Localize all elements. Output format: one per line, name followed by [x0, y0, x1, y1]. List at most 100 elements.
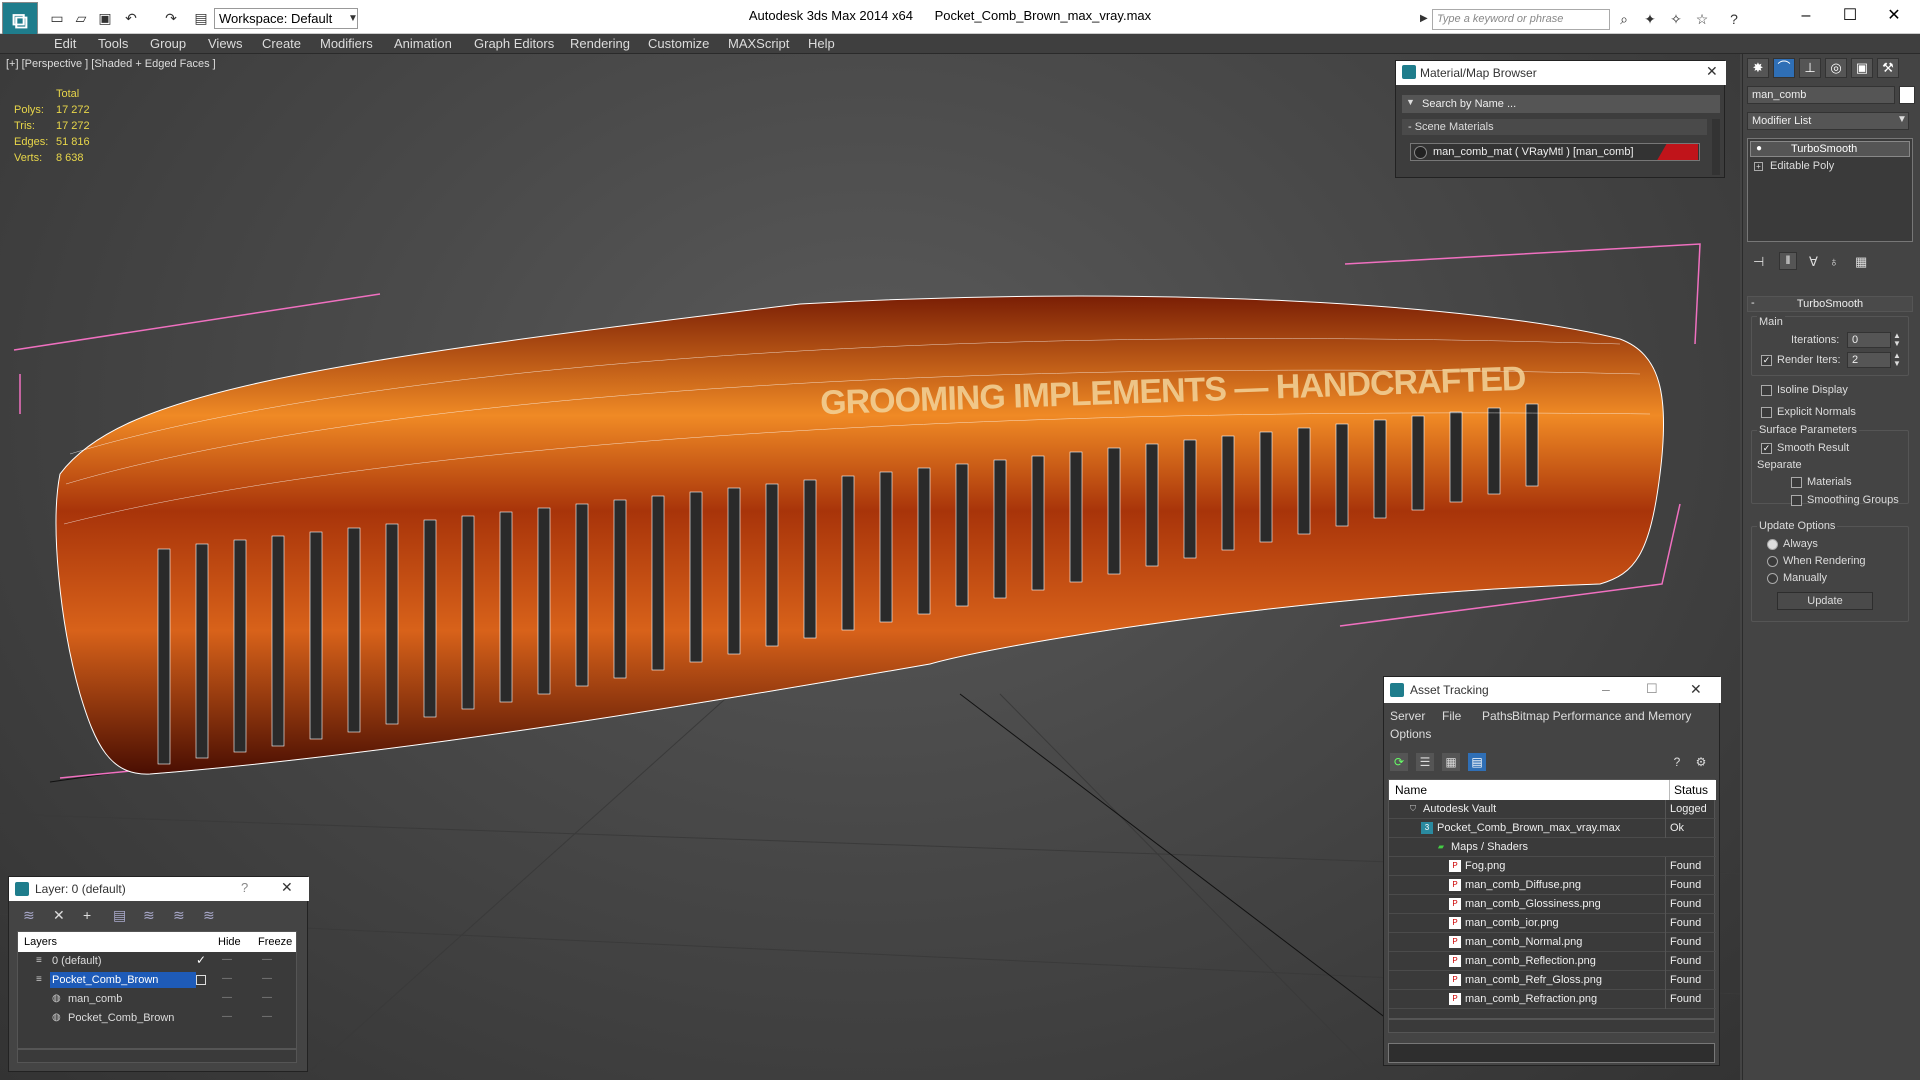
- search-input[interactable]: Type a keyword or phrase: [1432, 9, 1610, 30]
- menu-group[interactable]: Group: [150, 36, 186, 51]
- hide-toggle[interactable]: —: [222, 992, 232, 1003]
- menu-animation[interactable]: Animation: [394, 36, 452, 51]
- smooth-result-checkbox[interactable]: ✓: [1761, 443, 1772, 454]
- hide-all-icon[interactable]: ≋: [173, 907, 185, 924]
- display-panel-icon[interactable]: ▣: [1851, 58, 1873, 78]
- col-hide-header[interactable]: Hide: [218, 932, 241, 952]
- select-objects-icon[interactable]: ▤: [113, 907, 126, 924]
- configure-sets-icon[interactable]: ▦: [1855, 254, 1867, 270]
- maximize-button[interactable]: ☐: [1830, 4, 1870, 28]
- separate-smoothing-groups-checkbox[interactable]: [1791, 495, 1802, 506]
- asset-menu-options[interactable]: Options: [1390, 727, 1431, 741]
- app-logo-icon[interactable]: ⧉: [2, 2, 38, 38]
- menu-tools[interactable]: Tools: [98, 36, 128, 51]
- layer-row[interactable]: ≡ Pocket_Comb_Brown — —: [18, 971, 296, 990]
- turbosmooth-rollout-header[interactable]: TurboSmooth: [1747, 296, 1913, 312]
- redo-icon[interactable]: ↷: [160, 8, 182, 28]
- chevron-down-icon[interactable]: ▼: [342, 9, 364, 29]
- menu-modifiers[interactable]: Modifiers: [320, 36, 373, 51]
- asset-close-icon[interactable]: ✕: [1690, 681, 1702, 698]
- asset-menu-paths[interactable]: Paths: [1482, 709, 1513, 723]
- material-browser-scrollbar[interactable]: [1712, 119, 1720, 175]
- show-end-result-icon[interactable]: ‖: [1779, 252, 1797, 270]
- hierarchy-panel-icon[interactable]: ⊥: [1799, 58, 1821, 78]
- chevron-down-icon[interactable]: ▼: [1897, 114, 1907, 125]
- asset-maximize-icon[interactable]: ☐: [1646, 681, 1658, 697]
- render-iters-checkbox[interactable]: ✓: [1761, 355, 1772, 366]
- layer-close-icon[interactable]: ✕: [281, 879, 293, 896]
- new-file-icon[interactable]: ▭: [46, 8, 68, 28]
- manually-radio[interactable]: [1767, 573, 1778, 584]
- menu-customize[interactable]: Customize: [648, 36, 709, 51]
- expand-plus-icon[interactable]: +: [1754, 162, 1763, 171]
- menu-views[interactable]: Views: [208, 36, 242, 51]
- binoculars-icon[interactable]: ⌕: [1614, 10, 1634, 28]
- favorites-star-icon[interactable]: ☆: [1692, 10, 1712, 28]
- table-row[interactable]: Pman_comb_Normal.png Found: [1389, 933, 1716, 952]
- layer-row[interactable]: ≡ 0 (default) — — ✓: [18, 952, 296, 971]
- motion-panel-icon[interactable]: ◎: [1825, 58, 1847, 78]
- always-radio[interactable]: [1767, 539, 1778, 550]
- lightbulb-icon[interactable]: ●: [1756, 143, 1762, 154]
- table-row[interactable]: Pman_comb_Refr_Gloss.png Found: [1389, 971, 1716, 990]
- spinner-arrows-icon-2[interactable]: ▲ ▼: [1893, 352, 1901, 368]
- help-icon[interactable]: ?: [1668, 753, 1686, 771]
- table-row[interactable]: Pman_comb_Glossiness.png Found: [1389, 895, 1716, 914]
- table-row[interactable]: ▰ Maps / Shaders: [1389, 838, 1716, 857]
- table-row[interactable]: P Fog.png Found: [1389, 857, 1716, 876]
- close-button[interactable]: ✕: [1874, 4, 1914, 28]
- remove-modifier-icon[interactable]: ♁: [1829, 254, 1839, 269]
- hide-toggle[interactable]: —: [222, 973, 232, 984]
- update-button[interactable]: Update: [1777, 592, 1873, 610]
- col-name-header[interactable]: Name: [1395, 780, 1427, 800]
- col-layers-header[interactable]: Layers: [24, 932, 57, 952]
- render-iters-spinner[interactable]: 2: [1847, 352, 1891, 368]
- set-current-layer-box[interactable]: [196, 975, 206, 985]
- table-row[interactable]: Pman_comb_Diffuse.png Found: [1389, 876, 1716, 895]
- communication-icon[interactable]: ✧: [1666, 10, 1686, 28]
- tree-view-icon[interactable]: ▦: [1442, 753, 1460, 771]
- save-file-icon[interactable]: ▣: [94, 8, 116, 28]
- layer-name[interactable]: Pocket_Comb_Brown: [50, 972, 196, 988]
- expand-arrow-icon[interactable]: ▶: [1420, 10, 1430, 28]
- explicit-normals-checkbox[interactable]: [1761, 407, 1772, 418]
- help-icon[interactable]: ?: [1724, 10, 1744, 28]
- viewport-label[interactable]: [+] [Perspective ] [Shaded + Edged Faces…: [6, 58, 216, 70]
- highlight-layer-icon[interactable]: ≋: [143, 907, 155, 924]
- collapse-minus-icon[interactable]: -: [1751, 297, 1755, 309]
- asset-minimize-icon[interactable]: –: [1602, 681, 1610, 697]
- freeze-all-icon[interactable]: ≋: [203, 907, 215, 924]
- table-row[interactable]: Pman_comb_Refraction.png Found: [1389, 990, 1716, 1009]
- layer-name[interactable]: 0 (default): [50, 953, 104, 969]
- layer-name[interactable]: Pocket_Comb_Brown: [66, 1010, 176, 1026]
- menu-edit[interactable]: Edit: [54, 36, 76, 51]
- project-folder-icon[interactable]: ▤: [190, 8, 212, 28]
- object-name-input[interactable]: man_comb: [1747, 86, 1895, 104]
- undo-icon[interactable]: ↶: [120, 8, 142, 28]
- make-unique-icon[interactable]: ∀: [1809, 254, 1818, 270]
- delete-layer-icon[interactable]: ✕: [53, 907, 65, 924]
- modifier-list-dropdown[interactable]: Modifier List: [1747, 112, 1909, 130]
- open-file-icon[interactable]: ▱: [70, 8, 92, 28]
- asset-horizontal-scrollbar[interactable]: [1388, 1019, 1715, 1033]
- table-row[interactable]: Pman_comb_ior.png Found: [1389, 914, 1716, 933]
- layer-name[interactable]: man_comb: [66, 991, 124, 1007]
- layer-row[interactable]: ◍ man_comb — —: [18, 990, 296, 1009]
- menu-create[interactable]: Create: [262, 36, 301, 51]
- menu-rendering[interactable]: Rendering: [570, 36, 630, 51]
- modify-panel-icon[interactable]: ⌒: [1773, 58, 1795, 78]
- refresh-icon[interactable]: ⟳: [1390, 753, 1408, 771]
- layer-horizontal-scrollbar[interactable]: [17, 1049, 297, 1063]
- iterations-spinner[interactable]: 0: [1847, 332, 1891, 348]
- table-row[interactable]: Pman_comb_Reflection.png Found: [1389, 952, 1716, 971]
- subscription-icon[interactable]: ✦: [1640, 10, 1660, 28]
- material-search-input[interactable]: Search by Name ...: [1402, 95, 1720, 113]
- list-view-icon[interactable]: ☰: [1416, 753, 1434, 771]
- spinner-arrows-icon[interactable]: ▲ ▼: [1893, 332, 1901, 348]
- minimize-button[interactable]: –: [1786, 4, 1826, 28]
- freeze-toggle[interactable]: —: [262, 992, 272, 1003]
- freeze-toggle[interactable]: —: [262, 973, 272, 984]
- when-rendering-radio[interactable]: [1767, 556, 1778, 567]
- hide-toggle[interactable]: —: [222, 1011, 232, 1022]
- utilities-panel-icon[interactable]: ⚒: [1877, 58, 1899, 78]
